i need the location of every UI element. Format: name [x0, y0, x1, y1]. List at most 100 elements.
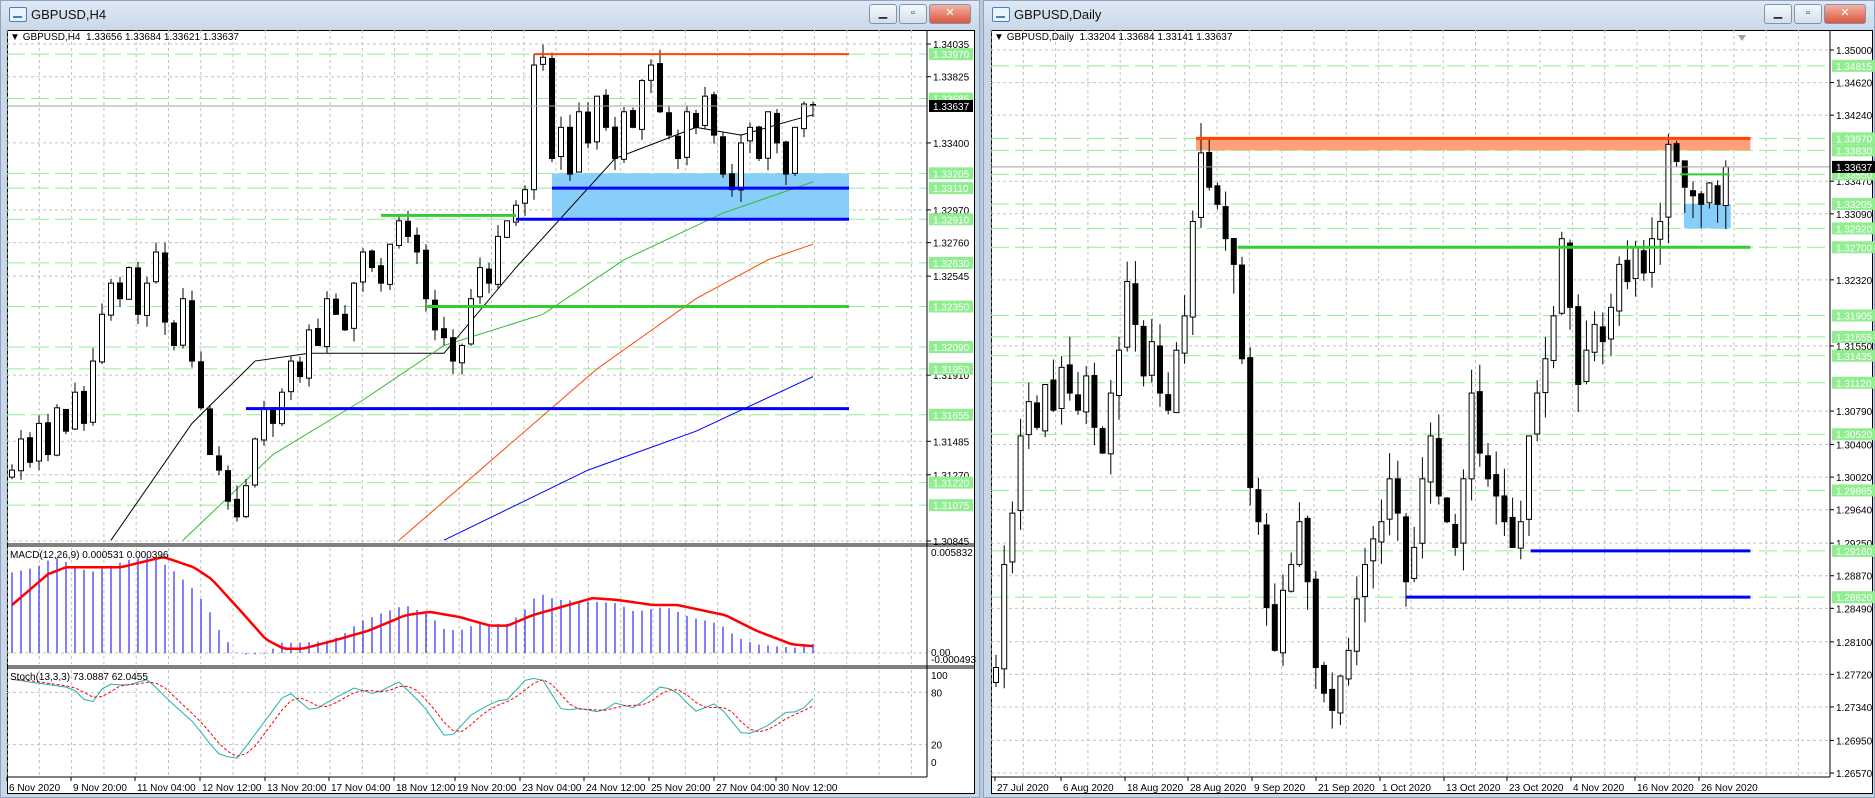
candle-body-bull [18, 438, 24, 472]
candle-body-bear [315, 328, 321, 346]
level-badge-label: 1.32700 [1836, 243, 1873, 254]
candle-body-bear [432, 299, 438, 331]
candle-body-bull [1591, 323, 1598, 353]
candle-body-bull [495, 235, 501, 285]
stoch-label: Stoch(13,3,3) 73.0887 62.0455 [10, 672, 148, 683]
candle [1353, 576, 1360, 666]
candle [639, 78, 645, 140]
h4-ohlc-text: GBPUSD,H4 1.33656 1.33684 1.33621 1.3363… [22, 32, 239, 43]
candle-body-bear [1255, 489, 1262, 523]
candle-body-bull [1337, 675, 1344, 714]
candle [441, 316, 447, 346]
time-axis-label: 23 Nov 04:00 [522, 783, 582, 794]
candle [1247, 347, 1254, 506]
stoch-scale-label: 20 [931, 741, 943, 752]
candle [1329, 672, 1336, 729]
candle-body-bear [1140, 325, 1147, 377]
candle-body-bull [324, 298, 330, 348]
candle-body-bull [1517, 521, 1524, 549]
candle-body-bear [1230, 238, 1237, 265]
candle-body-bear [1640, 250, 1647, 274]
candle-body-bear [486, 268, 492, 284]
candle [1148, 318, 1155, 383]
candle [1386, 453, 1393, 536]
candle-body-bear [1304, 517, 1311, 583]
daily-price-chart: 1.350001.346201.342401.334701.330901.323… [990, 30, 1875, 794]
candle [513, 200, 519, 227]
level-badge-label: 1.31075 [933, 501, 970, 512]
candle-body-bull [1173, 349, 1180, 414]
level-badge-label: 1.31950 [933, 365, 970, 376]
candle [9, 464, 15, 480]
candle-body-bull [306, 329, 312, 379]
candle [1312, 571, 1319, 689]
candle-body-bull [1608, 306, 1614, 340]
candle-body-bear [117, 282, 123, 300]
candle-body-bull [801, 103, 807, 130]
candle-body-bear [342, 313, 348, 331]
candle [216, 446, 222, 476]
candle [108, 278, 114, 321]
candle-body-bull [351, 282, 357, 329]
candle [1362, 547, 1368, 623]
candle [1075, 371, 1081, 415]
candle [1583, 320, 1590, 385]
stoch-scale-label: 100 [931, 671, 948, 682]
zone-rectangle [552, 173, 849, 220]
daily-ohlc-text: GBPUSD,Daily 1.33204 1.33684 1.33141 1.3… [1006, 32, 1233, 43]
stoch-scale-label: 80 [931, 688, 943, 699]
level-badge-label: 1.34815 [1836, 62, 1873, 73]
candle-body-bull [621, 111, 627, 160]
candle [756, 125, 762, 162]
candle [1165, 372, 1172, 415]
level-badge-label: 1.33205 [933, 169, 970, 180]
price-axis-label: 1.32545 [933, 272, 970, 283]
candle-body-bull [252, 438, 258, 486]
candle [126, 266, 132, 300]
candle [1608, 293, 1614, 357]
candle-body-bull [144, 282, 150, 316]
time-axis-label: 24 Nov 12:00 [586, 783, 646, 794]
candle-body-bull [531, 64, 537, 191]
candle [1042, 383, 1049, 438]
candle-body-bear [1493, 474, 1500, 497]
candle [1222, 191, 1229, 251]
candle-body-bull [1534, 392, 1541, 435]
candle [993, 654, 999, 687]
candle-body-bull [1181, 315, 1188, 354]
price-axis-label: 1.28100 [1836, 638, 1873, 649]
candle-body-bear [27, 437, 33, 463]
candle-body-bear [1091, 375, 1098, 428]
candle-body-bull [36, 422, 42, 462]
candle [567, 114, 573, 181]
time-axis-label: 23 Oct 2020 [1509, 783, 1564, 794]
candle-body-bull [522, 189, 528, 204]
candle-body-bear [189, 300, 195, 362]
candle [711, 91, 717, 144]
level-badge-label: 1.29865 [1836, 486, 1873, 497]
candle-body-bull [1362, 564, 1368, 597]
current-price-label: 1.33637 [1836, 163, 1873, 174]
candle [1304, 515, 1311, 610]
candle-body-bull [180, 298, 186, 346]
time-axis-label: 6 Nov 2020 [9, 783, 61, 794]
candle [1255, 477, 1262, 535]
candle [630, 107, 636, 129]
time-axis-label: 9 Nov 20:00 [73, 783, 127, 794]
candle-body-bull [72, 391, 78, 430]
h4-price-chart: 1.340351.338251.334001.329701.327601.325… [6, 30, 976, 794]
candle [189, 290, 195, 368]
candle-body-bear [711, 94, 717, 136]
candle [207, 405, 213, 456]
candle-body-bear [171, 322, 177, 346]
candle [549, 52, 555, 163]
price-axis-label: 1.31485 [933, 437, 970, 448]
candle [1173, 342, 1180, 414]
candle [351, 281, 357, 342]
candle [1394, 460, 1401, 541]
candle [360, 248, 366, 292]
candle [396, 214, 402, 249]
candle-body-bull [594, 95, 600, 143]
candle-body-bear [720, 136, 726, 175]
daily-symbol-header: ▼ GBPUSD,Daily 1.33204 1.33684 1.33141 1… [994, 32, 1233, 43]
